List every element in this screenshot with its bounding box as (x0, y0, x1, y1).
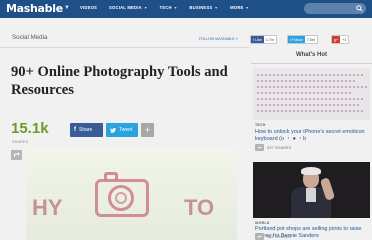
share-count-label: SHARES (12, 140, 29, 144)
share-count: 15.1k (11, 120, 49, 137)
logo-chevron-down-icon[interactable]: ▼ (64, 5, 70, 11)
story-headline[interactable]: How to unlock your iPhone's secret emoti… (255, 129, 369, 143)
chevron-down-icon: ▼ (143, 5, 148, 10)
nav-label: VIDEOS (80, 5, 98, 10)
story-shares: 357 SHARES (267, 234, 292, 239)
nav-item-tech[interactable]: TECH ▼ (160, 5, 178, 10)
repost-button[interactable] (11, 150, 22, 160)
chevron-down-icon: ▼ (173, 5, 178, 10)
hero-text-right: TO (184, 195, 215, 220)
camera-lens-inner (115, 192, 127, 204)
nav-item-social-media[interactable]: SOCIAL MEDIA ▼ (109, 5, 147, 10)
more-share-button[interactable]: + (141, 123, 154, 137)
main-nav: VIDEOS SOCIAL MEDIA ▼ TECH ▼ BUSINESS ▼ MOR… (80, 5, 249, 10)
tweet-label: Tweet (119, 127, 133, 133)
section-bar: Social Media FOLLOW MASHABLE » f Like 1.… (0, 27, 372, 47)
header-divider (0, 47, 249, 48)
chevron-down-icon: ▼ (214, 5, 219, 10)
hero-text-left: HY (32, 195, 63, 220)
whats-hot-sidebar: What's Hot TECH How to unlock your iPhon… (251, 47, 372, 240)
follow-label: Follow (292, 37, 303, 42)
facebook-share-button[interactable]: f Share (70, 123, 103, 137)
nav-label: MORE (230, 5, 244, 10)
sidebar-header: What's Hot (251, 47, 372, 64)
article-title: 90+ Online Photography Tools and Resourc… (11, 64, 228, 98)
nav-item-more[interactable]: MORE ▼ (230, 5, 249, 10)
facebook-icon: f (74, 127, 76, 133)
like-label: Like (255, 37, 262, 42)
repost-arrow-icon (14, 152, 20, 157)
article-hero-image[interactable]: HY TO (26, 149, 237, 240)
mashable-logo[interactable]: Mashable (6, 2, 63, 15)
facebook-like-button[interactable]: f Like 1.7m (250, 35, 278, 44)
story-thumbnail[interactable] (253, 162, 370, 218)
story-shares: 937 SHARES (267, 145, 292, 150)
follow-mashable-link[interactable]: FOLLOW MASHABLE » (199, 37, 238, 41)
top-navigation-bar: Mashable ▼ VIDEOS SOCIAL MEDIA ▼ TECH ▼ BU… (0, 0, 372, 18)
twitter-share-button[interactable]: Tweet (106, 123, 138, 137)
chevron-down-icon: ▼ (245, 5, 250, 10)
search-input[interactable] (304, 3, 366, 14)
story-share-row: 937 SHARES (255, 144, 291, 151)
section-title[interactable]: Social Media (12, 34, 47, 41)
plus-count: +1 (340, 36, 349, 43)
twitter-bird-icon (110, 127, 116, 133)
nav-label: BUSINESS (189, 5, 213, 10)
share-label: Share (79, 127, 93, 133)
google-plus-icon: g+ (334, 37, 339, 42)
story-share-row: 357 SHARES (255, 233, 291, 240)
repost-icon[interactable] (255, 144, 264, 151)
story-category[interactable]: TECH (255, 123, 266, 127)
nav-item-business[interactable]: BUSINESS ▼ (189, 5, 218, 10)
plus-icon: + (144, 125, 151, 135)
nav-item-videos[interactable]: VIDEOS (80, 5, 97, 10)
story-thumbnail[interactable] (253, 68, 370, 120)
follow-count: 7.5m (304, 36, 317, 43)
sidebar-title: What's Hot (295, 52, 328, 58)
search-icon[interactable] (356, 5, 363, 12)
nav-label: SOCIAL MEDIA (109, 5, 142, 10)
nav-label: TECH (159, 5, 172, 10)
google-plus-button[interactable]: g+ +1 (331, 35, 350, 44)
story-category[interactable]: WORLD (255, 221, 270, 225)
twitter-follow-button[interactable]: t Follow 7.5m (287, 35, 318, 44)
repost-icon[interactable] (255, 233, 264, 240)
like-count: 1.7m (263, 36, 277, 43)
